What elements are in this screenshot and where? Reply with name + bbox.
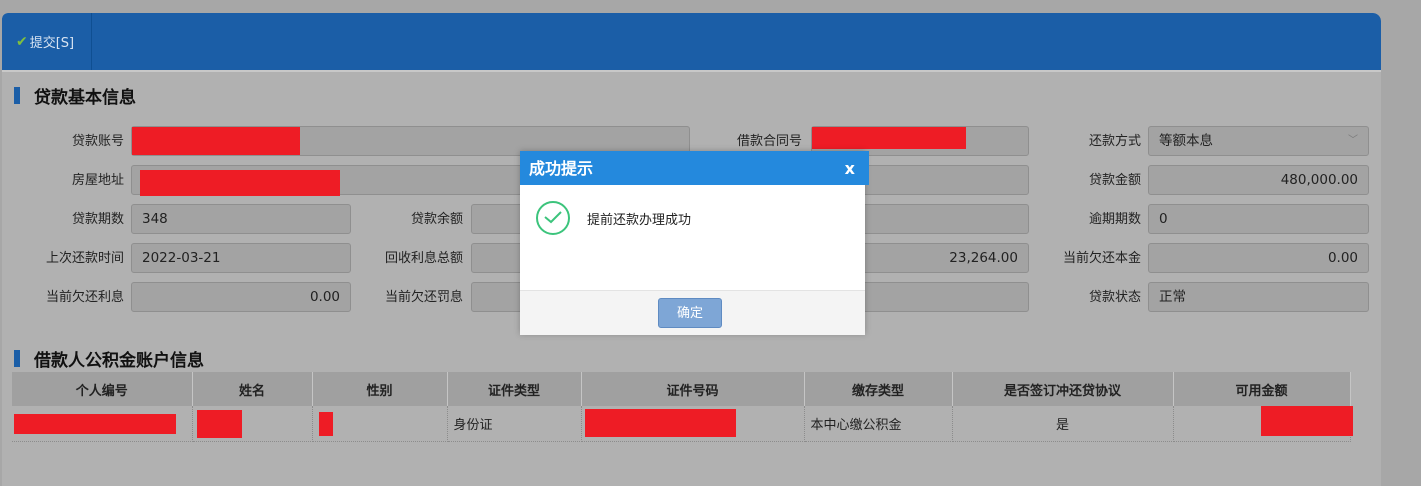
loan-amount-label: 贷款金额 [1088,173,1141,188]
success-check-icon [536,201,570,235]
loan-info-title: 贷款基本信息 [14,83,136,108]
redaction [14,414,176,434]
dialog-header: 成功提示 x [520,151,869,185]
column-header[interactable]: 证件类型 [447,372,582,406]
section-title-text: 贷款基本信息 [34,88,136,108]
ok-button[interactable]: 确定 [658,298,722,328]
current-principal-field[interactable]: 0.00 [1148,243,1369,273]
term-label: 贷款期数 [71,212,124,227]
cell-deposit-type: 本中心缴公积金 [804,406,953,442]
redaction [318,412,333,436]
current-interest-field[interactable]: 0.00 [131,282,351,312]
current-penalty-label: 当前欠还罚息 [384,290,463,305]
chevron-down-icon[interactable]: ﹀ [1348,127,1358,155]
success-dialog: 成功提示 x 提前还款办理成功 确定 [520,151,869,335]
repay-method-label: 还款方式 [1088,134,1141,149]
redaction [812,127,966,149]
account-table: 个人编号 姓名 性别 证件类型 证件号码 缴存类型 是否签订冲还贷协议 可用金额… [12,372,1353,442]
cell-gender [312,406,448,442]
divider [2,70,1381,72]
redaction [1260,406,1353,436]
cell-id-number [581,406,805,442]
account-no-label: 贷款账号 [71,134,124,149]
repay-method-select[interactable]: 等额本息 ﹀ [1148,126,1369,156]
cell-id-type: 身份证 [447,406,582,442]
last-repay-field[interactable]: 2022-03-21 [131,243,351,273]
redaction [196,410,242,438]
account-info-title: 借款人公积金账户信息 [14,346,204,371]
column-header[interactable]: 性别 [312,372,448,406]
interest-total-label: 回收利息总额 [384,251,463,266]
balance-label: 贷款余额 [410,212,463,227]
last-repay-label: 上次还款时间 [45,251,124,266]
address-label: 房屋地址 [71,173,124,188]
cell-agreement: 是 [952,406,1174,442]
status-label: 贷款状态 [1088,290,1141,305]
dialog-message: 提前还款办理成功 [587,213,692,228]
loan-amount-field[interactable]: 480,000.00 [1148,165,1369,195]
redaction [140,170,340,196]
column-header[interactable]: 可用金额 [1173,372,1351,406]
cell-person-id [12,406,193,442]
redaction [584,409,736,437]
repay-method-value: 等额本息 [1159,133,1213,149]
check-icon: ✔ [16,33,28,50]
column-header[interactable]: 个人编号 [12,372,193,406]
submit-button[interactable]: ✔ 提交[S] [2,13,92,70]
section-title-text: 借款人公积金账户信息 [34,351,204,371]
table-row[interactable]: 身份证 本中心缴公积金 是 [12,406,1353,442]
overdue-periods-label: 逾期期数 [1088,212,1141,227]
overdue-periods-field[interactable]: 0 [1148,204,1369,234]
redaction [132,127,300,155]
dialog-body: 提前还款办理成功 [520,185,865,290]
cell-available-amount [1173,406,1353,442]
section-marker [14,350,20,367]
column-header[interactable]: 证件号码 [581,372,805,406]
status-field[interactable]: 正常 [1148,282,1369,312]
toolbar: ✔ 提交[S] [2,13,1381,70]
column-header[interactable]: 缴存类型 [804,372,953,406]
section-marker [14,87,20,104]
table-header-row: 个人编号 姓名 性别 证件类型 证件号码 缴存类型 是否签订冲还贷协议 可用金额 [12,372,1351,406]
dialog-title: 成功提示 [529,159,594,178]
submit-label: 提交[S] [29,36,75,51]
current-principal-label: 当前欠还本金 [1062,251,1141,266]
column-header[interactable]: 是否签订冲还贷协议 [952,372,1174,406]
column-header[interactable]: 姓名 [192,372,313,406]
dialog-footer: 确定 [520,290,865,335]
close-icon[interactable]: x [845,151,855,187]
current-interest-label: 当前欠还利息 [45,290,124,305]
term-field[interactable]: 348 [131,204,351,234]
cell-name [192,406,313,442]
